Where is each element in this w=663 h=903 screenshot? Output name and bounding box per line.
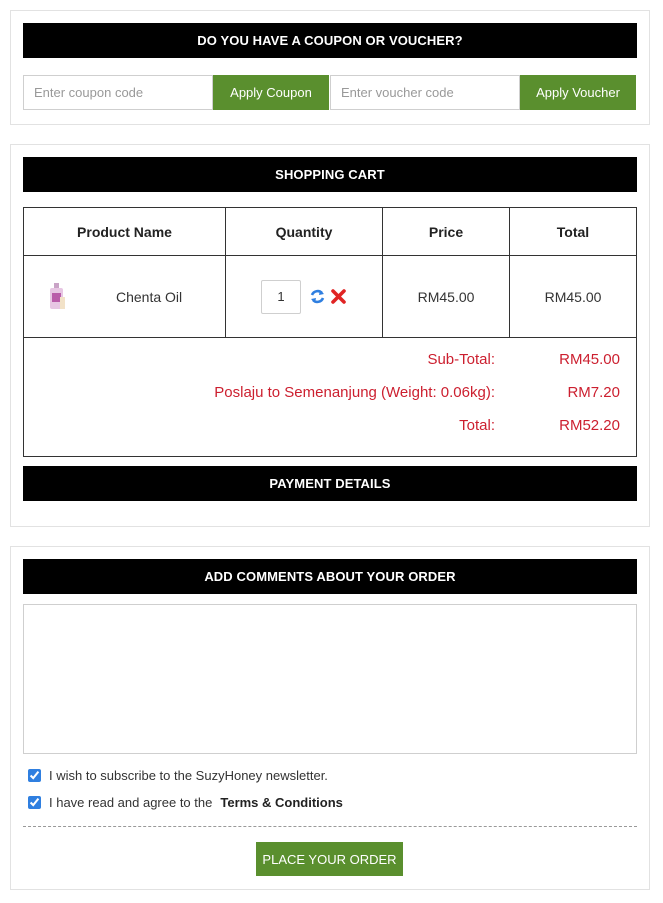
product-name[interactable]: Chenta Oil [116,289,182,305]
voucher-code-input[interactable] [330,75,520,110]
cart-totals: Sub-Total: RM45.00 Poslaju to Semenanjun… [24,338,636,456]
newsletter-label: I wish to subscribe to the SuzyHoney new… [49,768,328,783]
price-cell: RM45.00 [383,256,510,337]
newsletter-checkbox[interactable] [28,769,41,782]
grand-total-row: Total: RM52.20 [24,417,620,450]
subtotal-row: Sub-Total: RM45.00 [24,351,620,384]
cart-table: Product Name Quantity Price Total Chenta… [23,207,637,457]
coupon-section-title: DO YOU HAVE A COUPON OR VOUCHER? [23,23,637,58]
subtotal-label: Sub-Total: [427,351,495,368]
header-price: Price [383,208,510,255]
shopping-cart-title: SHOPPING CART [23,157,637,192]
refresh-icon[interactable] [309,288,326,305]
cart-table-header: Product Name Quantity Price Total [24,208,636,256]
terms-conditions-link[interactable]: Terms & Conditions [220,795,343,810]
oil-bottle-thumbnail[interactable] [48,282,66,311]
apply-voucher-button[interactable]: Apply Voucher [520,75,636,110]
place-order-button[interactable]: PLACE YOUR ORDER [256,842,403,876]
coupon-panel: DO YOU HAVE A COUPON OR VOUCHER? Apply C… [10,10,650,125]
header-total: Total [556,223,590,240]
shipping-row: Poslaju to Semenanjung (Weight: 0.06kg):… [24,384,620,417]
shipping-value: RM7.20 [567,384,620,401]
table-row: Chenta Oil RM45.00 [24,256,636,338]
quantity-input[interactable] [261,279,301,314]
header-quantity: Quantity [226,208,383,255]
apply-coupon-button[interactable]: Apply Coupon [213,75,329,110]
quantity-cell [226,256,383,337]
comments-section-title: ADD COMMENTS ABOUT YOUR ORDER [23,559,637,594]
payment-details-title: PAYMENT DETAILS [23,466,637,501]
header-product-name: Product Name [24,208,226,255]
shipping-label: Poslaju to Semenanjung (Weight: 0.06kg): [214,384,495,401]
divider [23,826,637,827]
shopping-cart-panel: SHOPPING CART Product Name Quantity Pric… [10,144,650,527]
product-cell: Chenta Oil [24,256,226,337]
terms-prefix-label: I have read and agree to the [49,795,213,810]
grand-total-value: RM52.20 [559,417,620,434]
newsletter-checkbox-row: I wish to subscribe to the SuzyHoney new… [28,768,328,783]
comments-panel: ADD COMMENTS ABOUT YOUR ORDER I wish to … [10,546,650,890]
terms-checkbox-row: I have read and agree to the Terms & Con… [28,795,343,810]
line-total-cell: RM45.00 [544,288,602,305]
terms-checkbox[interactable] [28,796,41,809]
grand-total-label: Total: [459,417,495,434]
coupon-code-input[interactable] [23,75,213,110]
remove-icon[interactable] [330,288,347,305]
subtotal-value: RM45.00 [559,351,620,368]
order-comments-textarea[interactable] [23,604,637,754]
